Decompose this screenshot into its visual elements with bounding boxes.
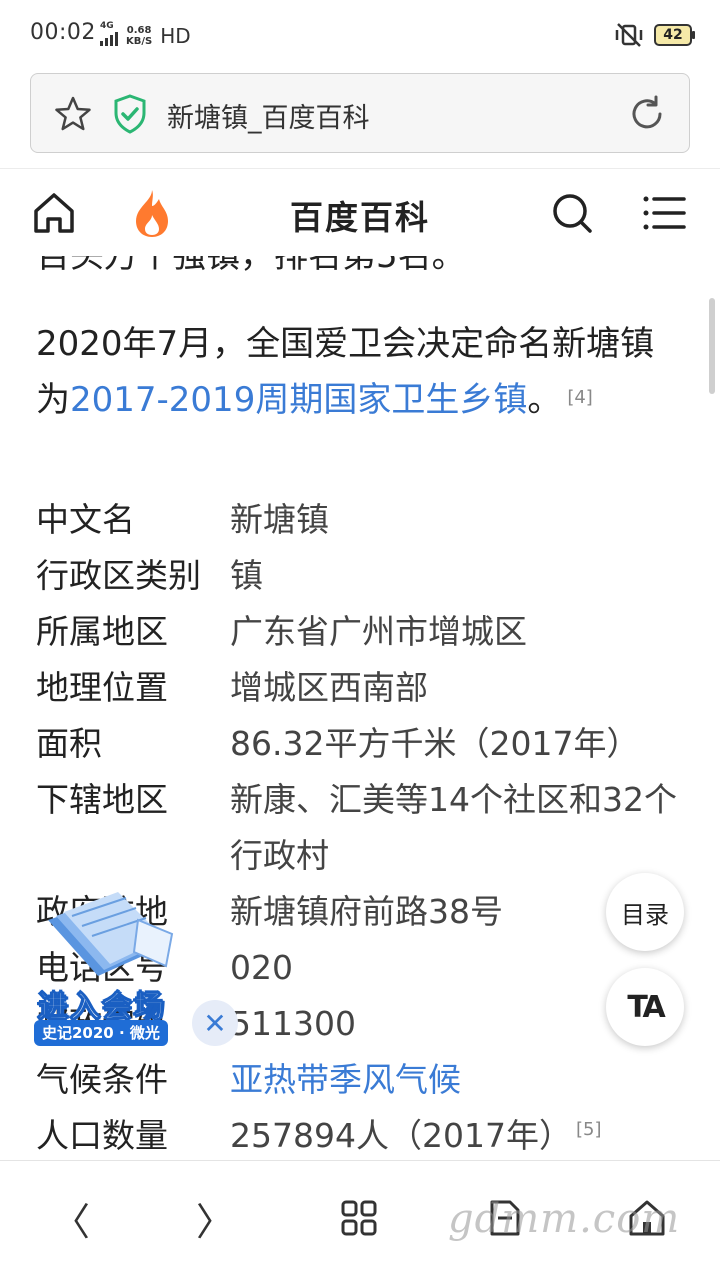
watermark: gdmm.com: [448, 1196, 681, 1242]
url-title[interactable]: 新塘镇_百度百科: [167, 96, 370, 135]
info-value-text: 257894人（2017年）: [230, 1116, 572, 1155]
net-speed-unit: KB/S: [126, 36, 153, 47]
scrollbar[interactable]: [709, 298, 715, 394]
info-value: 增城区西南部: [230, 668, 428, 707]
info-key: 气候条件: [36, 1060, 168, 1099]
info-key: 下辖地区: [36, 780, 168, 819]
info-key: 面积: [36, 724, 102, 763]
ad-subtitle: 史记2020 · 微光: [34, 1020, 168, 1046]
menu-icon[interactable]: [642, 193, 686, 233]
tabs-icon[interactable]: [334, 1193, 384, 1243]
back-icon[interactable]: 〈: [46, 1193, 96, 1244]
paragraph-suffix: 。: [527, 380, 562, 420]
signal-icon: [100, 32, 118, 46]
network-type: 4G: [100, 21, 114, 31]
info-key: 所属地区: [36, 612, 168, 651]
reload-icon[interactable]: [627, 94, 667, 134]
info-key: 地理位置: [36, 668, 168, 707]
reference-mark[interactable]: [5]: [576, 1119, 602, 1140]
book-icon: [48, 892, 174, 976]
info-row: 下辖地区 新康、汇美等14个社区和32个行政村: [36, 772, 696, 884]
info-value: 镇: [230, 556, 263, 595]
info-row: 面积 86.32平方千米（2017年）: [36, 716, 696, 772]
forward-icon[interactable]: 〉: [190, 1193, 240, 1244]
clipped-text: 百头万个强镇，排名第5名。: [36, 256, 466, 276]
info-value: 广东省广州市增城区: [230, 612, 527, 651]
status-time: 00:02: [30, 20, 96, 45]
info-value: 257894人（2017年） [5]: [230, 1108, 696, 1160]
promo-ad[interactable]: 进入会场 史记2020 · 微光: [32, 890, 192, 1050]
info-value: 新康、汇美等14个社区和32个行政村: [230, 780, 677, 875]
page-title: 百度百科: [290, 198, 430, 237]
star-icon[interactable]: [53, 94, 93, 134]
reference-mark[interactable]: [4]: [567, 387, 593, 408]
info-value: 新塘镇: [230, 500, 329, 539]
info-row: 人口数量 257894人（2017年） [5]: [36, 1108, 696, 1160]
page-header: 百度百科: [0, 168, 720, 256]
search-icon[interactable]: [548, 189, 596, 237]
info-row: 气候条件 亚热带季风气候: [36, 1052, 696, 1108]
toc-button[interactable]: 目录: [606, 873, 684, 951]
article-paragraph: 2020年7月，全国爱卫会决定命名新塘镇为2017-2019周期国家卫生乡镇。[…: [36, 316, 686, 428]
shield-check-icon: [114, 94, 146, 134]
info-box: 中文名 新塘镇 行政区类别 镇 所属地区 广东省广州市增城区 地理位置 增城区西…: [36, 492, 696, 1160]
paragraph-link[interactable]: 2017-2019周期国家卫生乡镇: [70, 380, 527, 420]
info-row: 行政区类别 镇: [36, 548, 696, 604]
mute-vibrate-icon: [615, 23, 643, 47]
status-bar: 00:02 4G 0.68 KB/S HD 42: [0, 0, 720, 68]
ad-close-button[interactable]: ✕: [192, 1000, 238, 1046]
info-key: 人口数量: [36, 1116, 168, 1155]
info-key: 行政区类别: [36, 556, 201, 595]
info-value: 86.32平方千米（2017年）: [230, 724, 640, 763]
network-indicator: 4G 0.68 KB/S HD: [100, 22, 191, 50]
info-key: 中文名: [36, 500, 135, 539]
info-row: 地理位置 增城区西南部: [36, 660, 696, 716]
net-speed-value: 0.68: [126, 25, 152, 36]
url-bar[interactable]: 新塘镇_百度百科: [30, 73, 690, 153]
hd-indicator: HD: [160, 24, 191, 48]
info-row: 所属地区 广东省广州市增城区: [36, 604, 696, 660]
info-row: 中文名 新塘镇: [36, 492, 696, 548]
info-value-link[interactable]: 亚热带季风气候: [230, 1052, 696, 1108]
font-size-button[interactable]: TA: [606, 968, 684, 1046]
battery-indicator: 42: [654, 24, 695, 46]
